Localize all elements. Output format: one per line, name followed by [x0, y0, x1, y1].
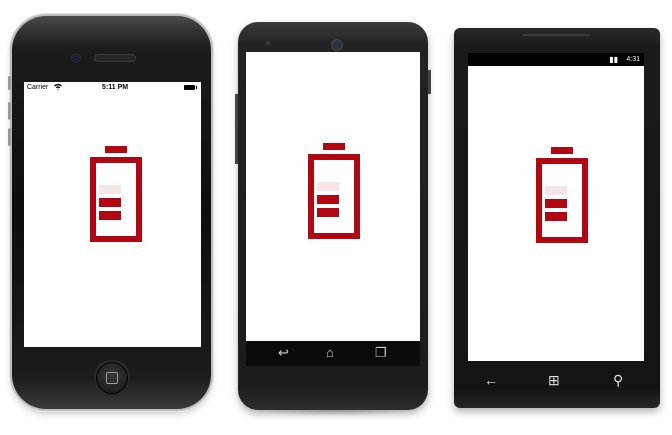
home-icon[interactable]: ⌂: [326, 345, 334, 360]
android-power-button: [235, 94, 238, 164]
ios-status-bar: Carrier 5:11 PM: [24, 82, 201, 94]
windows-screen: [468, 66, 644, 361]
front-camera: [71, 53, 81, 63]
battery-segment-1: [317, 208, 339, 217]
battery-cap: [551, 147, 573, 154]
signal-battery-icon: ▮▮: [609, 55, 618, 64]
back-icon[interactable]: ←: [484, 372, 498, 388]
iphone-volume-up-button: [8, 102, 11, 120]
carrier-label: Carrier: [27, 84, 49, 91]
earpiece-speaker: [523, 34, 591, 36]
android-screen: [246, 52, 420, 341]
home-square-icon: [106, 372, 118, 384]
search-icon[interactable]: ⚲: [613, 372, 623, 389]
battery-segment-2: [545, 199, 567, 208]
iphone-mute-switch: [8, 76, 11, 90]
battery-segment-2: [317, 195, 339, 204]
android-device-frame: ↩ ⌂ ❐: [235, 22, 431, 410]
ios-screen: Carrier 5:11 PM: [24, 82, 201, 347]
battery-indicator: [90, 146, 142, 246]
iphone-device-frame: Carrier 5:11 PM: [8, 16, 211, 409]
battery-indicator: [308, 143, 360, 243]
iphone-volume-down-button: [8, 128, 11, 146]
status-time: 4:31: [626, 56, 640, 63]
back-icon[interactable]: ↩: [278, 345, 289, 361]
status-time: 5:11 PM: [102, 84, 129, 91]
battery-segment-1: [99, 211, 121, 220]
home-button[interactable]: [94, 360, 130, 396]
windows-phone-device-frame: ▮▮ 4:31 ← ⊞ ⚲: [454, 28, 660, 408]
battery-segment-2: [99, 198, 121, 207]
battery-segment-3: [545, 186, 567, 195]
earpiece-speaker: [94, 54, 136, 62]
battery-segment-3: [317, 182, 339, 191]
battery-cap: [105, 146, 127, 153]
front-camera: [331, 39, 343, 51]
windows-start-icon[interactable]: ⊞: [548, 372, 560, 389]
battery-segment-3: [99, 185, 121, 194]
windows-status-bar: ▮▮ 4:31: [468, 53, 644, 66]
wifi-icon: [54, 83, 62, 92]
android-navigation-bar: ↩ ⌂ ❐: [246, 341, 420, 366]
notification-led: [266, 41, 270, 45]
recents-icon[interactable]: ❐: [375, 345, 387, 361]
battery-segment-1: [545, 212, 567, 221]
android-volume-button: [428, 70, 431, 94]
battery-cap: [323, 143, 345, 150]
battery-indicator: [536, 147, 588, 247]
battery-full-icon: [184, 85, 197, 90]
